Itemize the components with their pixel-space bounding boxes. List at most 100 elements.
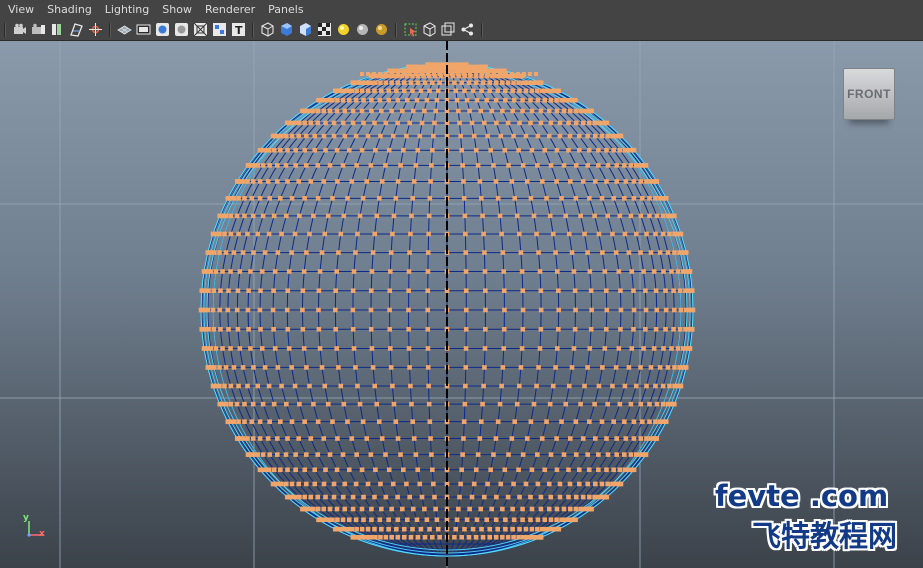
vertex-point <box>675 346 681 351</box>
vertex-point <box>464 517 470 523</box>
field-chart-button[interactable] <box>192 21 209 38</box>
vertex-point <box>561 452 567 457</box>
vertex-point <box>235 327 241 332</box>
gate-mask-button[interactable] <box>173 21 190 38</box>
camera-attributes-button[interactable] <box>30 21 47 38</box>
vertex-point <box>350 120 356 126</box>
safe-action-button[interactable] <box>211 21 228 38</box>
vertex-point <box>389 506 394 512</box>
vertex-point <box>548 163 554 168</box>
vertex-point <box>459 534 465 540</box>
vertex-point <box>335 517 340 523</box>
vertex-point <box>623 179 629 184</box>
vertex-point <box>460 163 465 168</box>
vertex-point <box>520 327 526 332</box>
vertex-point <box>296 179 301 184</box>
wireframe-button[interactable] <box>259 21 276 38</box>
vertex-point <box>528 419 534 424</box>
vertex-point <box>393 196 399 201</box>
vertex-point <box>289 250 294 255</box>
vertex-point <box>428 436 433 441</box>
vertex-point <box>297 120 302 126</box>
vertex-point <box>400 506 405 512</box>
vertex-point <box>544 196 549 201</box>
vertex-point <box>424 97 430 103</box>
image-plane-button[interactable] <box>68 21 85 38</box>
isolate-select-button[interactable] <box>402 21 419 38</box>
menu-renderer[interactable]: Renderer <box>197 0 260 19</box>
vertex-point <box>353 481 359 487</box>
film-gate-button[interactable] <box>135 21 152 38</box>
view-cube[interactable]: FRONT <box>843 68 895 120</box>
hardware-render-button[interactable] <box>373 21 390 38</box>
vertex-point <box>671 288 676 293</box>
vertex-point <box>643 163 649 168</box>
vertex-point <box>360 196 366 201</box>
menu-shading[interactable]: Shading <box>39 0 97 19</box>
vertex-point <box>663 419 669 424</box>
vertex-point <box>497 401 503 407</box>
select-camera-button[interactable] <box>11 21 28 38</box>
vertex-point <box>491 452 496 457</box>
vertex-point <box>311 108 316 114</box>
vertex-point <box>555 346 560 351</box>
xray-button[interactable] <box>421 21 438 38</box>
vertex-point <box>463 365 469 370</box>
vertex-point <box>409 213 414 219</box>
vertex-point <box>307 108 312 114</box>
vertex-point <box>631 179 637 184</box>
vertex-point <box>604 494 610 500</box>
vertex-point <box>603 288 609 293</box>
vertex-point <box>478 419 484 424</box>
vertex-point <box>516 72 520 76</box>
vertex-point <box>604 436 609 441</box>
vertex-point <box>672 250 677 255</box>
vertex-point <box>378 534 383 540</box>
shadows-button[interactable] <box>354 21 371 38</box>
textured-button[interactable] <box>316 21 333 38</box>
vertex-point <box>384 72 388 76</box>
vertex-point <box>228 346 233 351</box>
xray-joints-button[interactable] <box>440 21 457 38</box>
vertex-point <box>510 88 515 94</box>
vertex-point <box>519 269 525 274</box>
vertex-point <box>334 506 340 512</box>
vertex-point <box>262 147 268 153</box>
vertex-point <box>350 506 356 512</box>
xray-components-button[interactable] <box>459 21 476 38</box>
vertex-point <box>567 133 573 139</box>
menu-view[interactable]: View <box>0 0 39 19</box>
gate-mask-icon <box>175 23 188 36</box>
front-viewport[interactable]: FRONT y x fevte .com 飞特教程网 <box>0 41 923 568</box>
two-d-pan-zoom-button[interactable] <box>87 21 104 38</box>
vertex-point <box>275 250 281 255</box>
vertex-point <box>283 133 289 139</box>
vertex-point <box>689 288 695 293</box>
vertex-point <box>289 133 295 139</box>
bookmarks-button[interactable] <box>49 21 66 38</box>
resolution-gate-button[interactable] <box>154 21 171 38</box>
grid-button[interactable] <box>116 21 133 38</box>
vertex-point <box>604 147 609 153</box>
vertex-point <box>616 269 622 274</box>
vertex-point <box>489 108 494 114</box>
menu-lighting[interactable]: Lighting <box>97 0 154 19</box>
vertex-point <box>226 288 231 293</box>
vertex-point <box>599 133 605 139</box>
safe-title-button[interactable]: T <box>230 21 247 38</box>
menu-show[interactable]: Show <box>154 0 197 19</box>
vertex-point <box>557 133 563 139</box>
vertex-point <box>468 72 472 76</box>
default-material-button[interactable] <box>297 21 314 38</box>
vertex-point <box>415 534 421 540</box>
vertex-point <box>520 307 526 313</box>
menu-panels[interactable]: Panels <box>260 0 308 19</box>
vertex-point <box>661 269 666 274</box>
smooth-shade-button[interactable] <box>278 21 295 38</box>
use-all-lights-button[interactable] <box>335 21 352 38</box>
vertex-point <box>408 383 413 389</box>
vertex-point <box>211 288 217 293</box>
vertex-point <box>516 80 521 86</box>
vertex-point <box>660 383 666 389</box>
vertex-point <box>223 213 229 219</box>
